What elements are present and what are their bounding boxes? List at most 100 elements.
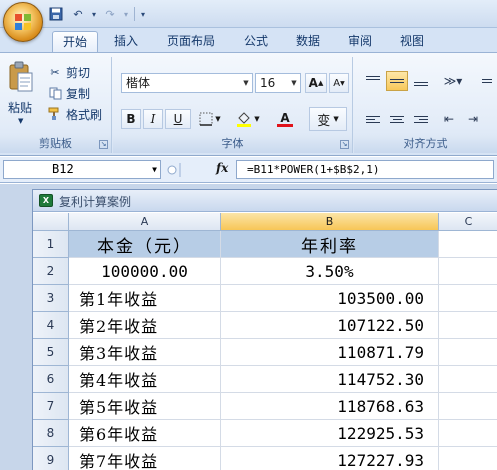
- orientation-button[interactable]: ≫▾: [438, 71, 468, 91]
- tab-page-layout[interactable]: 页面布局: [160, 31, 222, 52]
- increase-indent-icon: ⇥: [467, 112, 479, 126]
- cell-b8[interactable]: 122925.53: [221, 420, 439, 447]
- cell-a8[interactable]: 第6年收益: [69, 420, 221, 447]
- increase-indent-button[interactable]: ⇥: [462, 109, 484, 129]
- cell-a5[interactable]: 第3年收益: [69, 339, 221, 366]
- cell-c1[interactable]: [439, 231, 497, 258]
- cell-a3[interactable]: 第1年收益: [69, 285, 221, 312]
- fill-color-button[interactable]: ▼: [231, 109, 265, 129]
- row-header[interactable]: 9: [33, 447, 69, 470]
- wrap-text-button[interactable]: [480, 71, 494, 91]
- cell-c9[interactable]: [439, 447, 497, 470]
- align-top-button[interactable]: [362, 71, 384, 91]
- quick-access-toolbar: ↶ ▾ ↷ ▾ ▾: [48, 4, 145, 24]
- formula-input[interactable]: =B11*POWER(1+$B$2,1): [236, 160, 494, 179]
- column-header-a[interactable]: A: [69, 213, 221, 231]
- align-right-button[interactable]: [410, 109, 432, 129]
- row-header[interactable]: 5: [33, 339, 69, 366]
- name-box[interactable]: B12 ▼: [3, 160, 161, 179]
- office-button[interactable]: [3, 2, 43, 42]
- cut-button[interactable]: ✂ 剪切: [48, 63, 90, 81]
- shrink-font-button[interactable]: A ▼: [329, 73, 349, 93]
- cell-a1[interactable]: 本金（元）: [69, 231, 221, 258]
- tab-insert[interactable]: 插入: [108, 31, 144, 52]
- copy-button[interactable]: 复制: [48, 84, 90, 102]
- save-icon[interactable]: [48, 6, 64, 22]
- align-center-button[interactable]: [386, 109, 408, 129]
- cell-a7[interactable]: 第5年收益: [69, 393, 221, 420]
- row-header[interactable]: 7: [33, 393, 69, 420]
- undo-dropdown-icon[interactable]: ▾: [92, 10, 96, 19]
- clipboard-launcher-icon[interactable]: ↘: [99, 140, 108, 149]
- paste-button[interactable]: 粘贴: [8, 99, 32, 116]
- cell-b6[interactable]: 114752.30: [221, 366, 439, 393]
- cell-c7[interactable]: [439, 393, 497, 420]
- cell-a2[interactable]: 100000.00: [69, 258, 221, 285]
- grow-font-button[interactable]: A ▲: [305, 73, 327, 93]
- insert-function-button[interactable]: fx: [216, 161, 228, 175]
- row-header[interactable]: 1: [33, 231, 69, 258]
- cell-b1[interactable]: 年利率: [221, 231, 439, 258]
- column-header-b[interactable]: B: [221, 213, 439, 231]
- align-left-button[interactable]: [362, 109, 384, 129]
- alignment-group-label: 对齐方式: [354, 135, 497, 153]
- tab-formulas[interactable]: 公式: [238, 31, 274, 52]
- cell-a9[interactable]: 第7年收益: [69, 447, 221, 470]
- cell-c3[interactable]: [439, 285, 497, 312]
- row-header[interactable]: 2: [33, 258, 69, 285]
- font-name-select[interactable]: 楷体 ▼: [121, 73, 253, 93]
- tab-view[interactable]: 视图: [394, 31, 430, 52]
- align-bottom-button[interactable]: [410, 71, 432, 91]
- cell-b7[interactable]: 118768.63: [221, 393, 439, 420]
- cell-a4[interactable]: 第2年收益: [69, 312, 221, 339]
- cell-a6[interactable]: 第4年收益: [69, 366, 221, 393]
- workbook-title: 复利计算案例: [59, 195, 132, 209]
- alignment-group: ≫▾ ⇤ ⇥ 对齐方式: [354, 57, 497, 153]
- redo-dropdown-icon[interactable]: ▾: [124, 10, 128, 19]
- decrease-indent-button[interactable]: ⇤: [438, 109, 460, 129]
- row-header[interactable]: 8: [33, 420, 69, 447]
- customize-qat-icon[interactable]: ▾: [141, 10, 145, 19]
- format-painter-label: 格式刷: [66, 107, 103, 122]
- formula-bar-resize-handle[interactable]: [166, 161, 206, 179]
- qat-divider: [134, 7, 136, 21]
- font-color-button[interactable]: A: [269, 109, 301, 129]
- undo-icon[interactable]: ↶: [70, 6, 86, 22]
- font-size-select[interactable]: 16 ▼: [255, 73, 301, 93]
- row-header[interactable]: 6: [33, 366, 69, 393]
- copy-label: 复制: [66, 86, 91, 101]
- cell-b3[interactable]: 103500.00: [221, 285, 439, 312]
- scissors-icon: ✂: [50, 65, 60, 79]
- format-painter-icon: [48, 107, 62, 121]
- select-all-button[interactable]: [33, 213, 69, 231]
- tab-review[interactable]: 审阅: [342, 31, 378, 52]
- workbook-title-bar[interactable]: X 复利计算案例: [33, 190, 497, 212]
- phonetic-icon: 变: [317, 113, 331, 129]
- paste-dropdown-icon[interactable]: ▼: [18, 117, 23, 125]
- shrink-font-label: A: [333, 77, 341, 89]
- tab-home[interactable]: 开始: [52, 31, 98, 52]
- format-painter-button[interactable]: 格式刷: [48, 105, 102, 123]
- cell-c8[interactable]: [439, 420, 497, 447]
- bold-button[interactable]: B: [121, 109, 141, 129]
- italic-button[interactable]: I: [143, 109, 163, 129]
- cell-b4[interactable]: 107122.50: [221, 312, 439, 339]
- underline-button[interactable]: U: [165, 109, 191, 129]
- redo-icon[interactable]: ↷: [102, 6, 118, 22]
- cell-c5[interactable]: [439, 339, 497, 366]
- cell-b9[interactable]: 127227.93: [221, 447, 439, 470]
- column-header-c[interactable]: C: [439, 213, 497, 231]
- borders-button[interactable]: ▼: [195, 109, 225, 129]
- cell-c4[interactable]: [439, 312, 497, 339]
- cell-b2[interactable]: 3.50%: [221, 258, 439, 285]
- cell-c6[interactable]: [439, 366, 497, 393]
- paste-icon[interactable]: [8, 61, 34, 93]
- align-middle-button[interactable]: [386, 71, 408, 91]
- phonetic-guide-button[interactable]: 变 ▼: [309, 107, 347, 131]
- font-launcher-icon[interactable]: ↘: [340, 140, 349, 149]
- cell-b5[interactable]: 110871.79: [221, 339, 439, 366]
- row-header[interactable]: 4: [33, 312, 69, 339]
- cell-c2[interactable]: [439, 258, 497, 285]
- tab-data[interactable]: 数据: [290, 31, 326, 52]
- row-header[interactable]: 3: [33, 285, 69, 312]
